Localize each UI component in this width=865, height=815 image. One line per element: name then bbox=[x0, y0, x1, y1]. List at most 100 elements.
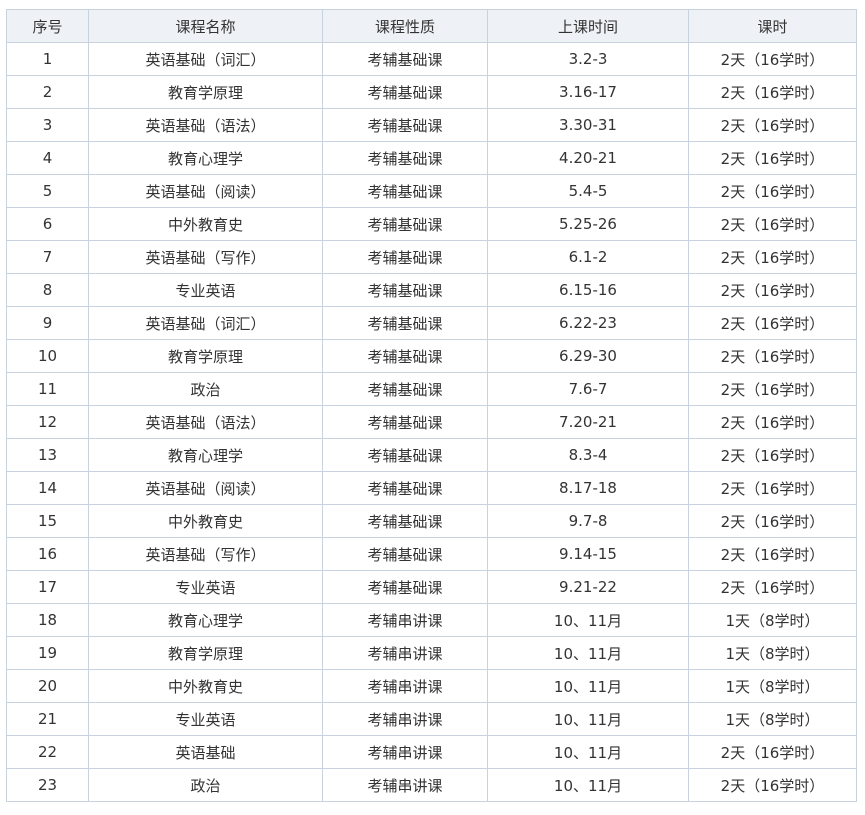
cell-course-type: 考辅串讲课 bbox=[322, 636, 488, 670]
cell-course-type: 考辅基础课 bbox=[322, 141, 488, 175]
cell-course-name: 中外教育史 bbox=[88, 207, 323, 241]
cell-course-type: 考辅基础课 bbox=[322, 504, 488, 538]
cell-course-type: 考辅基础课 bbox=[322, 174, 488, 208]
cell-index: 13 bbox=[6, 438, 89, 472]
cell-class-time: 3.30-31 bbox=[487, 108, 689, 142]
cell-index: 5 bbox=[6, 174, 89, 208]
cell-hours: 2天（16学时） bbox=[688, 537, 857, 571]
table-row: 18 教育心理学 考辅串讲课 10、11月 1天（8学时） bbox=[6, 603, 857, 637]
header-course-name: 课程名称 bbox=[88, 9, 323, 43]
cell-course-name: 英语基础（阅读） bbox=[88, 174, 323, 208]
header-index: 序号 bbox=[6, 9, 89, 43]
cell-course-name: 教育学原理 bbox=[88, 339, 323, 373]
cell-course-type: 考辅基础课 bbox=[322, 570, 488, 604]
cell-index: 9 bbox=[6, 306, 89, 340]
cell-class-time: 6.15-16 bbox=[487, 273, 689, 307]
cell-hours: 2天（16学时） bbox=[688, 372, 857, 406]
cell-class-time: 10、11月 bbox=[487, 768, 689, 802]
header-hours: 课时 bbox=[688, 9, 857, 43]
cell-index: 18 bbox=[6, 603, 89, 637]
cell-class-time: 9.14-15 bbox=[487, 537, 689, 571]
cell-index: 15 bbox=[6, 504, 89, 538]
table-row: 21 专业英语 考辅串讲课 10、11月 1天（8学时） bbox=[6, 702, 857, 736]
cell-hours: 2天（16学时） bbox=[688, 42, 857, 76]
cell-course-name: 专业英语 bbox=[88, 702, 323, 736]
cell-course-name: 教育学原理 bbox=[88, 636, 323, 670]
table-row: 3 英语基础（语法） 考辅基础课 3.30-31 2天（16学时） bbox=[6, 108, 857, 142]
cell-class-time: 7.6-7 bbox=[487, 372, 689, 406]
cell-index: 19 bbox=[6, 636, 89, 670]
cell-course-name: 英语基础（词汇） bbox=[88, 42, 323, 76]
table-row: 4 教育心理学 考辅基础课 4.20-21 2天（16学时） bbox=[6, 141, 857, 175]
cell-class-time: 6.1-2 bbox=[487, 240, 689, 274]
cell-course-type: 考辅基础课 bbox=[322, 438, 488, 472]
cell-class-time: 5.4-5 bbox=[487, 174, 689, 208]
cell-index: 23 bbox=[6, 768, 89, 802]
cell-index: 11 bbox=[6, 372, 89, 406]
cell-hours: 2天（16学时） bbox=[688, 306, 857, 340]
cell-hours: 2天（16学时） bbox=[688, 768, 857, 802]
cell-course-name: 教育心理学 bbox=[88, 438, 323, 472]
table-row: 9 英语基础（词汇） 考辅基础课 6.22-23 2天（16学时） bbox=[6, 306, 857, 340]
cell-course-name: 英语基础（语法） bbox=[88, 405, 323, 439]
cell-course-type: 考辅基础课 bbox=[322, 306, 488, 340]
cell-class-time: 10、11月 bbox=[487, 735, 689, 769]
cell-hours: 1天（8学时） bbox=[688, 636, 857, 670]
table-row: 12 英语基础（语法） 考辅基础课 7.20-21 2天（16学时） bbox=[6, 405, 857, 439]
cell-course-type: 考辅基础课 bbox=[322, 405, 488, 439]
cell-hours: 2天（16学时） bbox=[688, 438, 857, 472]
table-row: 5 英语基础（阅读） 考辅基础课 5.4-5 2天（16学时） bbox=[6, 174, 857, 208]
cell-course-name: 英语基础（词汇） bbox=[88, 306, 323, 340]
cell-class-time: 8.17-18 bbox=[487, 471, 689, 505]
cell-course-type: 考辅串讲课 bbox=[322, 603, 488, 637]
table-row: 22 英语基础 考辅串讲课 10、11月 2天（16学时） bbox=[6, 735, 857, 769]
cell-hours: 2天（16学时） bbox=[688, 141, 857, 175]
table-row: 2 教育学原理 考辅基础课 3.16-17 2天（16学时） bbox=[6, 75, 857, 109]
cell-course-name: 政治 bbox=[88, 768, 323, 802]
cell-course-name: 英语基础（阅读） bbox=[88, 471, 323, 505]
cell-hours: 2天（16学时） bbox=[688, 75, 857, 109]
cell-index: 14 bbox=[6, 471, 89, 505]
cell-hours: 2天（16学时） bbox=[688, 471, 857, 505]
cell-class-time: 6.22-23 bbox=[487, 306, 689, 340]
table-row: 10 教育学原理 考辅基础课 6.29-30 2天（16学时） bbox=[6, 339, 857, 373]
cell-index: 4 bbox=[6, 141, 89, 175]
cell-class-time: 10、11月 bbox=[487, 669, 689, 703]
table-row: 7 英语基础（写作） 考辅基础课 6.1-2 2天（16学时） bbox=[6, 240, 857, 274]
cell-hours: 2天（16学时） bbox=[688, 240, 857, 274]
table-row: 1 英语基础（词汇） 考辅基础课 3.2-3 2天（16学时） bbox=[6, 42, 857, 76]
cell-course-name: 教育心理学 bbox=[88, 141, 323, 175]
table-row: 17 专业英语 考辅基础课 9.21-22 2天（16学时） bbox=[6, 570, 857, 604]
cell-course-name: 政治 bbox=[88, 372, 323, 406]
cell-course-name: 专业英语 bbox=[88, 273, 323, 307]
cell-course-type: 考辅基础课 bbox=[322, 537, 488, 571]
table-row: 13 教育心理学 考辅基础课 8.3-4 2天（16学时） bbox=[6, 438, 857, 472]
cell-course-name: 中外教育史 bbox=[88, 504, 323, 538]
table-row: 11 政治 考辅基础课 7.6-7 2天（16学时） bbox=[6, 372, 857, 406]
cell-index: 16 bbox=[6, 537, 89, 571]
cell-course-type: 考辅串讲课 bbox=[322, 669, 488, 703]
table-row: 16 英语基础（写作） 考辅基础课 9.14-15 2天（16学时） bbox=[6, 537, 857, 571]
cell-index: 8 bbox=[6, 273, 89, 307]
cell-course-type: 考辅基础课 bbox=[322, 108, 488, 142]
cell-course-type: 考辅基础课 bbox=[322, 372, 488, 406]
cell-course-type: 考辅基础课 bbox=[322, 240, 488, 274]
cell-class-time: 3.2-3 bbox=[487, 42, 689, 76]
cell-hours: 2天（16学时） bbox=[688, 735, 857, 769]
cell-index: 17 bbox=[6, 570, 89, 604]
header-course-type: 课程性质 bbox=[322, 9, 488, 43]
cell-course-type: 考辅基础课 bbox=[322, 273, 488, 307]
cell-course-name: 教育心理学 bbox=[88, 603, 323, 637]
cell-index: 22 bbox=[6, 735, 89, 769]
cell-class-time: 6.29-30 bbox=[487, 339, 689, 373]
cell-hours: 1天（8学时） bbox=[688, 669, 857, 703]
table-header: 序号 课程名称 课程性质 上课时间 课时 bbox=[6, 9, 857, 43]
cell-course-type: 考辅基础课 bbox=[322, 75, 488, 109]
cell-course-type: 考辅串讲课 bbox=[322, 735, 488, 769]
course-schedule: 序号 课程名称 课程性质 上课时间 课时 1 英语基础（词汇） 考辅基础课 3.2-3… bbox=[6, 9, 857, 802]
cell-hours: 2天（16学时） bbox=[688, 174, 857, 208]
cell-course-name: 专业英语 bbox=[88, 570, 323, 604]
cell-course-type: 考辅基础课 bbox=[322, 207, 488, 241]
cell-course-name: 中外教育史 bbox=[88, 669, 323, 703]
table-row: 19 教育学原理 考辅串讲课 10、11月 1天（8学时） bbox=[6, 636, 857, 670]
